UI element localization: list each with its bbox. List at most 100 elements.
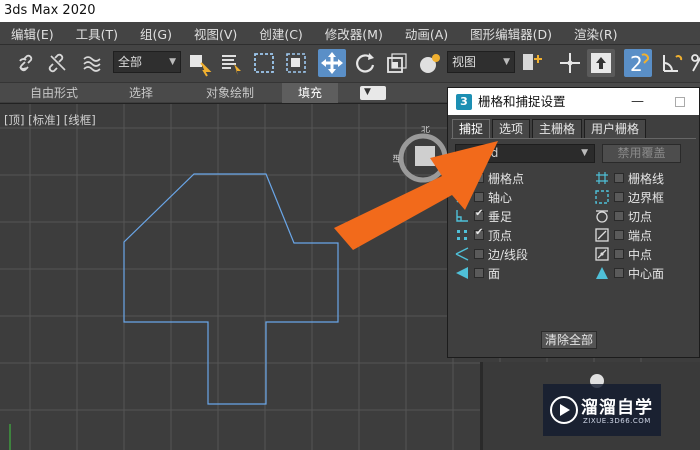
ribbon-tab-object-paint[interactable]: 对象绘制 (206, 83, 254, 103)
snap-tangent[interactable]: 切点 (594, 208, 652, 224)
keyboard-override-icon (591, 53, 611, 73)
snap-grid-points[interactable]: 栅格点 (454, 170, 524, 186)
midpoint-icon (594, 246, 610, 262)
snap-edge-segment[interactable]: 边/线段 (454, 246, 528, 262)
angle-snap-icon (663, 55, 683, 72)
checkbox[interactable] (614, 249, 624, 259)
menu-rendering[interactable]: 渲染(R) (563, 24, 628, 43)
minimize-button[interactable]: — (631, 88, 644, 115)
select-and-scale-button[interactable] (383, 49, 411, 77)
tab-divider (451, 138, 696, 139)
ribbon-tab-populate[interactable]: 填充 (282, 83, 338, 103)
checkbox[interactable] (614, 268, 624, 278)
menu-edit[interactable]: 编辑(E) (0, 24, 65, 43)
edge-icon (454, 246, 470, 262)
checkbox[interactable] (474, 249, 484, 259)
snap-center-face[interactable]: 中心面 (594, 265, 664, 281)
snap-endpoint[interactable]: 端点 (594, 227, 652, 243)
menu-graph-editors[interactable]: 图形编辑器(D) (459, 24, 563, 43)
percent-snap-button[interactable] (688, 49, 700, 77)
menu-group[interactable]: 组(G) (129, 24, 183, 43)
checkbox[interactable] (614, 192, 624, 202)
chevron-down-icon: ▼ (364, 87, 371, 97)
dialog-title: 栅格和捕捉设置 (478, 94, 566, 109)
link-icon (19, 54, 33, 72)
tab-home-grid[interactable]: 主栅格 (532, 119, 583, 139)
snap-label: 边界框 (628, 190, 665, 205)
window-crossing-button[interactable] (282, 49, 310, 77)
snap-label: 面 (488, 266, 501, 281)
tab-snaps[interactable]: 捕捉 (452, 119, 491, 139)
maximize-button[interactable] (675, 97, 685, 107)
menu-tools[interactable]: 工具(T) (65, 24, 129, 43)
checkbox[interactable] (474, 268, 484, 278)
menu-bar: 编辑(E) 工具(T) 组(G) 视图(V) 创建(C) 修改器(M) 动画(A… (0, 22, 700, 44)
unlink-selection-button[interactable] (44, 49, 72, 77)
checkbox[interactable] (474, 173, 484, 183)
checkbox[interactable] (614, 211, 624, 221)
checkbox[interactable] (614, 173, 624, 183)
menu-modifiers[interactable]: 修改器(M) (314, 24, 394, 43)
tab-user-grids[interactable]: 用户栅格 (584, 119, 647, 139)
viewport-label[interactable]: [顶] [标准] [线框] (4, 112, 96, 128)
snap-face[interactable]: 面 (454, 265, 500, 281)
move-icon (321, 52, 343, 74)
pivot-center-button[interactable] (518, 49, 546, 77)
override-off-button[interactable]: 禁用覆盖 (602, 144, 681, 163)
select-and-link-button[interactable] (12, 49, 40, 77)
menu-views[interactable]: 视图(V) (183, 24, 248, 43)
dialog-title-bar[interactable]: 3 栅格和捕捉设置 — (448, 88, 699, 115)
grid-line-icon (594, 170, 610, 186)
select-by-name-button[interactable] (217, 49, 245, 77)
spline-shape[interactable] (123, 173, 339, 405)
rectangular-selection-button[interactable] (250, 49, 278, 77)
select-object-button[interactable] (185, 49, 213, 77)
viewcube-north-label: 北 (421, 126, 430, 135)
snap-label: 栅格线 (628, 171, 665, 186)
snap-vertex[interactable]: 顶点 (454, 227, 512, 243)
keyboard-shortcut-override-button[interactable] (587, 49, 615, 77)
place-icon (420, 54, 440, 73)
snap-perpendicular[interactable]: 垂足 (454, 208, 512, 224)
snap-label: 垂足 (488, 209, 513, 224)
viewcube[interactable]: 北 西 (393, 126, 453, 186)
checkbox-checked[interactable] (474, 227, 484, 240)
select-by-name-icon (222, 55, 241, 75)
clear-all-button[interactable]: 清除全部 (541, 331, 597, 349)
select-and-manipulate-button[interactable] (556, 49, 584, 77)
snap-midpoint[interactable]: 中点 (594, 246, 652, 262)
watermark-text: 溜溜自学 (581, 398, 653, 418)
checkbox-checked[interactable] (474, 208, 484, 221)
snap-label: 切点 (628, 209, 653, 224)
snap-mode-dropdown[interactable]: rd ▼ (455, 144, 595, 163)
bind-to-space-warp-button[interactable] (78, 49, 106, 77)
window-title-bar: 3ds Max 2020 (0, 0, 700, 22)
chevron-down-icon: ▼ (581, 148, 588, 158)
snap-bounding-box[interactable]: 边界框 (594, 189, 664, 205)
select-and-move-button[interactable] (318, 49, 346, 77)
checkbox[interactable] (614, 230, 624, 240)
select-and-rotate-button[interactable] (351, 49, 379, 77)
checkbox[interactable] (474, 192, 484, 202)
watermark-logo-icon (550, 396, 578, 424)
ribbon-tab-freeform[interactable]: 自由形式 (30, 83, 78, 103)
ribbon-tab-selection[interactable]: 选择 (129, 83, 153, 103)
chevron-down-icon: ▼ (169, 57, 176, 67)
snaps-toggle-button[interactable]: 2 (624, 49, 652, 77)
reference-coordinate-dropdown[interactable]: 视图 ▼ (447, 51, 515, 73)
tab-options[interactable]: 选项 (492, 119, 531, 139)
select-and-place-button[interactable] (416, 49, 444, 77)
main-toolbar: 全部 ▼ 视图 ▼ 2 (0, 44, 700, 82)
menu-animation[interactable]: 动画(A) (394, 24, 459, 43)
ribbon-options-button[interactable]: ▼ (360, 86, 386, 100)
manipulate-icon (560, 53, 580, 73)
snap-pivot[interactable]: 轴心 (454, 189, 512, 205)
snap-grid-lines[interactable]: 栅格线 (594, 170, 664, 186)
snap-label: 端点 (628, 228, 653, 243)
grid-snap-settings-dialog: 3 栅格和捕捉设置 — 捕捉 选项 主栅格 用户栅格 rd ▼ 禁用覆盖 栅格点… (447, 87, 700, 358)
selection-filter-dropdown[interactable]: 全部 ▼ (113, 51, 181, 73)
snap-label: 顶点 (488, 228, 513, 243)
menu-create[interactable]: 创建(C) (248, 24, 313, 43)
angle-snap-button[interactable] (658, 49, 686, 77)
select-object-icon (190, 55, 212, 77)
